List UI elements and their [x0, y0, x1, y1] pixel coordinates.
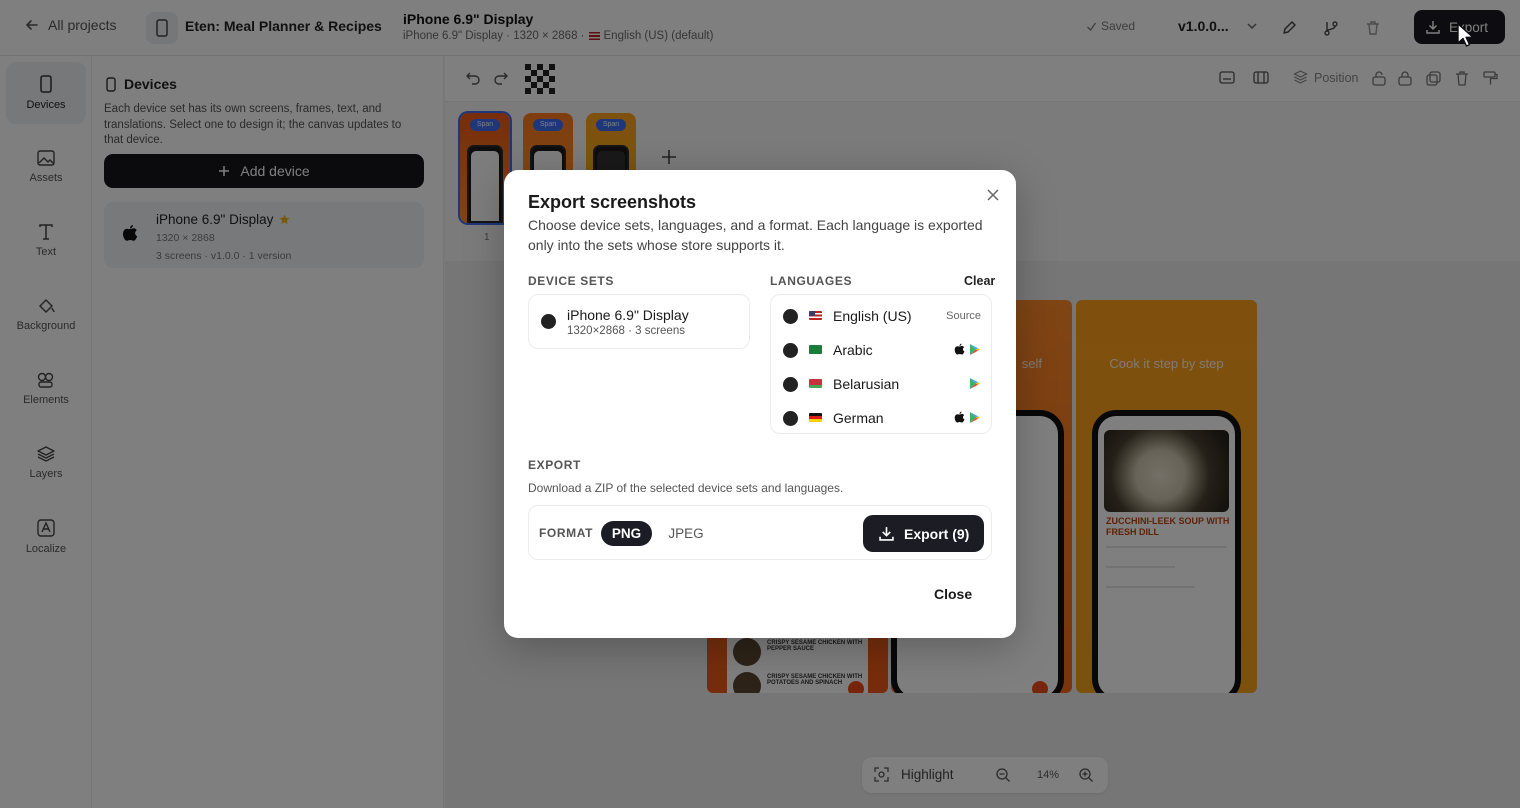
close-button[interactable]: Close [934, 586, 972, 602]
export-description: Download a ZIP of the selected device se… [528, 481, 844, 495]
export-zip-label: Export (9) [904, 525, 970, 542]
device-sets-heading: DEVICE SETS [528, 274, 614, 288]
belarus-flag-icon [809, 379, 822, 388]
dialog-description: Choose device sets, languages, and a for… [528, 217, 983, 253]
source-tag: Source [946, 310, 981, 322]
language-option[interactable]: German [771, 399, 993, 433]
us-flag-icon [809, 311, 822, 320]
language-list: English (US) Source Arabic Belarusian Ge… [770, 294, 992, 434]
google-play-icon [970, 412, 980, 423]
close-icon[interactable] [984, 186, 1002, 204]
dialog-title: Export screenshots [528, 192, 697, 212]
format-label: FORMAT [539, 526, 594, 540]
google-play-icon [970, 378, 980, 389]
clear-button[interactable]: Clear [964, 274, 995, 288]
download-icon [879, 527, 894, 541]
language-name: German [833, 410, 884, 426]
saudi-flag-icon [809, 345, 822, 354]
google-play-icon [970, 344, 980, 355]
language-radio[interactable] [783, 377, 798, 392]
language-option[interactable]: Arabic [771, 331, 993, 365]
format-jpeg-option[interactable]: JPEG [663, 521, 709, 546]
device-set-radio[interactable] [541, 314, 556, 329]
language-radio[interactable] [783, 411, 798, 426]
mouse-cursor-icon [1457, 23, 1474, 47]
format-png-option[interactable]: PNG [601, 521, 652, 546]
export-zip-button[interactable]: Export (9) [863, 515, 984, 552]
apple-icon [954, 343, 965, 355]
device-set-option[interactable]: iPhone 6.9" Display 1320×2868 · 3 screen… [528, 294, 750, 349]
languages-heading: LANGUAGES [770, 274, 853, 288]
germany-flag-icon [809, 413, 822, 422]
store-badges [954, 343, 981, 356]
language-option[interactable]: English (US) Source [771, 297, 993, 331]
device-set-name: iPhone 6.9" Display [567, 307, 689, 323]
store-badges [954, 411, 981, 424]
language-option[interactable]: Belarusian [771, 365, 993, 399]
language-radio[interactable] [783, 343, 798, 358]
export-options: FORMAT PNG JPEG Export (9) [528, 505, 992, 560]
export-dialog: Export screenshots Choose device sets, l… [504, 170, 1016, 638]
language-name: Belarusian [833, 376, 900, 392]
export-heading: EXPORT [528, 458, 581, 472]
language-name: English (US) [833, 308, 912, 324]
device-set-meta: 1320×2868 · 3 screens [567, 325, 685, 337]
apple-icon [954, 411, 965, 423]
language-radio[interactable] [783, 309, 798, 324]
store-badges [969, 377, 981, 390]
language-name: Arabic [833, 342, 873, 358]
